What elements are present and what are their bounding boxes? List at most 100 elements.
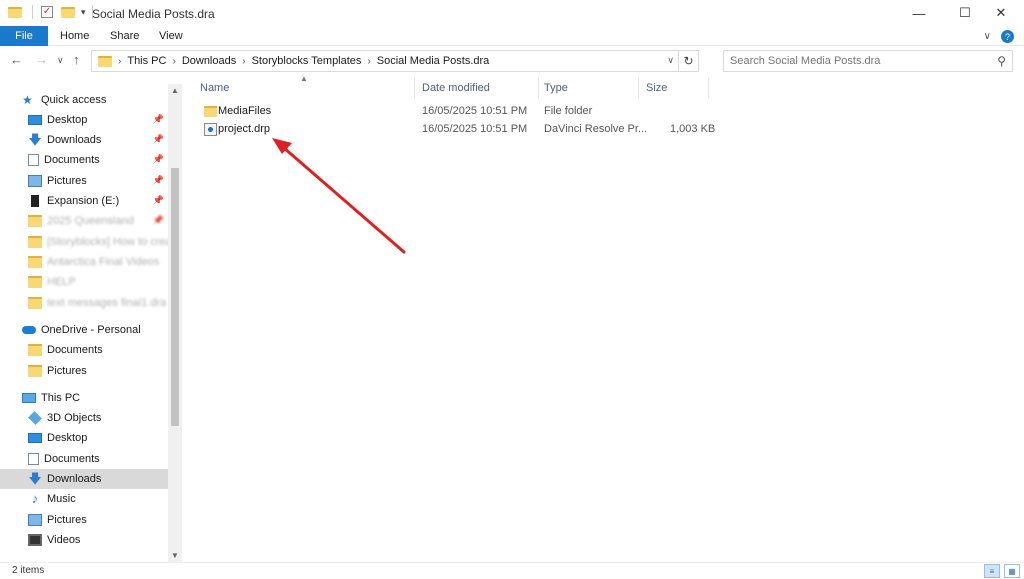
column-header-size[interactable]: Size	[646, 82, 667, 94]
sidebar-item-label: Pictures	[47, 175, 87, 187]
sidebar-item-downloads[interactable]: 🡇 Downloads 📌	[0, 130, 168, 150]
column-divider[interactable]	[708, 78, 709, 98]
file-name[interactable]: MediaFiles	[218, 105, 271, 117]
document-icon	[28, 453, 39, 465]
quick-access-toolbar: ✓ ▾	[8, 5, 93, 19]
close-icon[interactable]: ✕	[978, 0, 1024, 26]
sidebar-item-folder[interactable]: 2025 Queensland 📌	[0, 211, 168, 231]
column-header-date-modified[interactable]: Date modified	[422, 82, 490, 94]
pin-icon[interactable]: 📌	[153, 175, 164, 186]
sidebar-item-music[interactable]: ♪ Music	[0, 489, 168, 509]
up-arrow-icon[interactable]: ↑	[73, 52, 80, 67]
sidebar-item-label: Desktop	[47, 432, 88, 444]
sidebar-item-this-pc[interactable]: This PC	[0, 388, 168, 408]
large-icons-view-icon[interactable]: ▦	[1004, 564, 1020, 578]
chevron-down-icon[interactable]: ∨	[984, 31, 991, 42]
sort-ascending-icon: ▲	[300, 74, 308, 83]
tab-home[interactable]: Home	[60, 30, 89, 42]
sidebar-item-pc-downloads[interactable]: 🡇 Downloads	[0, 469, 168, 489]
sidebar-item-folder[interactable]: [Storyblocks] How to create	[0, 232, 168, 252]
sidebar-item-folder[interactable]: text messages final1.dra	[0, 293, 168, 313]
sidebar-item-expansion-drive[interactable]: Expansion (E:) 📌	[0, 191, 168, 211]
forward-arrow-icon[interactable]: →	[35, 52, 48, 67]
pin-icon[interactable]: 📌	[153, 154, 164, 165]
sidebar-item-folder[interactable]: Antarctica Final Videos	[0, 252, 168, 272]
music-note-icon: ♪	[31, 491, 39, 506]
column-divider[interactable]	[538, 78, 539, 98]
file-name[interactable]: project.drp	[218, 123, 270, 135]
pin-icon[interactable]: 📌	[153, 215, 164, 226]
scroll-thumb[interactable]	[171, 168, 179, 426]
pin-icon[interactable]: 📌	[153, 114, 164, 125]
sidebar-scrollbar[interactable]: ▲ ▼	[168, 84, 182, 562]
breadcrumb-separator: ›	[367, 55, 371, 67]
sidebar-item-onedrive-documents[interactable]: Documents	[0, 340, 168, 360]
minimize-icon[interactable]: —	[896, 0, 942, 26]
address-dropdown-icon[interactable]: ∨	[667, 55, 674, 66]
properties-check-icon[interactable]: ✓	[41, 6, 53, 18]
sidebar-item-pc-documents[interactable]: Documents	[0, 449, 168, 469]
folder-icon	[28, 256, 42, 268]
ribbon-controls: ∨ ?	[984, 30, 1014, 43]
column-divider[interactable]	[638, 78, 639, 98]
sidebar-item-onedrive[interactable]: OneDrive - Personal	[0, 320, 168, 340]
pin-icon[interactable]: 📌	[153, 195, 164, 206]
scroll-up-icon[interactable]: ▲	[171, 86, 179, 95]
sidebar-item-label: Desktop	[47, 114, 88, 126]
address-bar[interactable]: › This PC › Downloads › Storyblocks Temp…	[91, 50, 699, 72]
search-icon[interactable]: ⚲	[997, 54, 1006, 68]
breadcrumb-storyblocks-templates[interactable]: Storyblocks Templates	[252, 55, 362, 67]
file-row-project-drp[interactable]: project.drp 16/05/2025 10:51 PM DaVinci …	[198, 120, 718, 139]
sidebar-item-pc-desktop[interactable]: Desktop	[0, 428, 168, 448]
sidebar-item-label: Downloads	[47, 134, 102, 146]
folder-icon	[8, 6, 22, 18]
column-divider[interactable]	[414, 78, 415, 98]
column-header-name[interactable]: Name	[200, 82, 229, 94]
desktop-icon	[28, 433, 42, 443]
column-header-type[interactable]: Type	[544, 82, 568, 94]
sidebar-item-label: Documents	[44, 154, 100, 166]
sidebar-item-3d-objects[interactable]: 3D Objects	[0, 408, 168, 428]
file-list: ▲ Name Date modified Type Size MediaFile…	[192, 74, 1024, 562]
breadcrumb-downloads[interactable]: Downloads	[182, 55, 236, 67]
search-box[interactable]: ⚲	[723, 50, 1013, 72]
refresh-icon[interactable]: ↻	[678, 51, 698, 71]
navigation-bar: ← → ∨ ↑ › This PC › Downloads › Storyblo…	[0, 48, 1024, 74]
sidebar-item-onedrive-pictures[interactable]: Pictures	[0, 361, 168, 381]
breadcrumb-this-pc[interactable]: This PC	[127, 55, 166, 67]
new-folder-icon[interactable]	[61, 6, 75, 18]
sidebar-item-label: OneDrive - Personal	[41, 324, 141, 336]
tab-file[interactable]: File	[0, 26, 48, 46]
sidebar-item-videos[interactable]: Videos	[0, 530, 168, 550]
folder-icon	[28, 215, 42, 227]
sidebar-item-pc-pictures[interactable]: Pictures	[0, 510, 168, 530]
document-icon	[28, 154, 39, 166]
drive-icon	[31, 195, 39, 207]
sidebar-item-documents[interactable]: Documents 📌	[0, 150, 168, 170]
file-row-mediafiles[interactable]: MediaFiles 16/05/2025 10:51 PM File fold…	[198, 102, 718, 121]
help-icon[interactable]: ?	[1001, 30, 1014, 43]
scroll-down-icon[interactable]: ▼	[171, 551, 179, 560]
tab-share[interactable]: Share	[110, 30, 139, 42]
details-view-icon[interactable]: ≡	[984, 564, 1000, 578]
sidebar-item-label: Antarctica Final Videos	[47, 256, 160, 268]
recent-locations-icon[interactable]: ∨	[57, 55, 64, 66]
title-bar: ✓ ▾ Social Media Posts.dra — ☐ ✕	[0, 0, 1024, 26]
sidebar-item-quick-access[interactable]: ★ Quick access	[0, 90, 168, 110]
folder-icon	[28, 276, 42, 288]
folder-icon	[28, 297, 42, 309]
sidebar-item-label: Quick access	[41, 94, 107, 106]
pin-icon[interactable]: 📌	[153, 134, 164, 145]
sidebar-item-pictures[interactable]: Pictures 📌	[0, 171, 168, 191]
search-input[interactable]	[730, 55, 980, 67]
sidebar-item-desktop[interactable]: Desktop 📌	[0, 110, 168, 130]
breadcrumb-current-folder[interactable]: Social Media Posts.dra	[377, 55, 490, 67]
video-icon	[28, 534, 42, 546]
ribbon-tabs: File Home Share View ∨ ?	[0, 26, 1024, 46]
drp-file-icon	[204, 123, 217, 136]
sidebar-item-label: [Storyblocks] How to create	[47, 236, 168, 248]
back-arrow-icon[interactable]: ←	[10, 52, 23, 67]
tab-view[interactable]: View	[159, 30, 183, 42]
customize-toolbar-icon[interactable]: ▾	[81, 7, 86, 18]
sidebar-item-folder[interactable]: HELP	[0, 272, 168, 292]
